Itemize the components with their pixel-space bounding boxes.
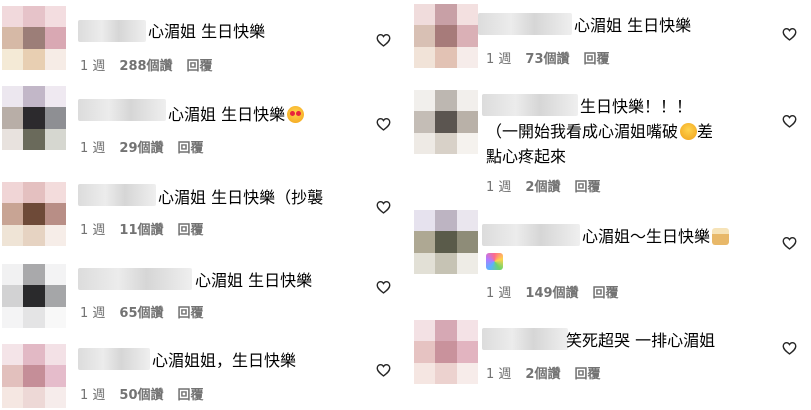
username-blurred[interactable] — [482, 328, 568, 350]
comment-time: 1 週 — [80, 388, 106, 403]
username-blurred[interactable] — [78, 268, 192, 290]
comment-time: 1 週 — [80, 223, 106, 238]
comment-time: 1 週 — [80, 141, 106, 156]
comment-text: 心湄姐～生日快樂 — [582, 224, 730, 249]
reply-button[interactable]: 回覆 — [178, 306, 204, 321]
reply-button[interactable]: 回覆 — [187, 59, 213, 74]
avatar[interactable] — [414, 210, 478, 274]
username-blurred[interactable] — [78, 348, 150, 370]
comment-time: 1 週 — [80, 59, 106, 74]
comment-item: 心湄姐 生日快樂（抄襲 1 週 11個讚 回覆 — [0, 168, 405, 252]
avatar[interactable] — [414, 4, 478, 68]
comment-text-line3: 點心疼起來 — [486, 147, 567, 166]
comment-column-right: 心湄姐 生日快樂 1 週 73個讚 回覆 生日快樂！！！ （一開始我看成心湄姐嘴破差… — [406, 0, 811, 410]
comment-text: 心湄姐 生日快樂 — [574, 16, 692, 35]
like-count[interactable]: 2個讚 — [525, 367, 560, 382]
comment-item: 心湄姐 生日快樂 1 週 288個讚 回覆 — [0, 0, 405, 82]
reply-button[interactable]: 回覆 — [593, 286, 619, 301]
reply-button[interactable]: 回覆 — [584, 52, 610, 67]
heart-outline-icon[interactable] — [376, 117, 391, 131]
comment-item: 生日快樂！！！ （一開始我看成心湄姐嘴破差 點心疼起來 1 週 2個讚 回覆 — [406, 84, 811, 202]
like-count[interactable]: 73個讚 — [525, 52, 569, 67]
username-blurred[interactable] — [478, 13, 572, 35]
username-blurred[interactable] — [78, 20, 146, 42]
comment-time: 1 週 — [486, 180, 512, 195]
username-blurred[interactable] — [78, 184, 156, 206]
birthday-cake-emoji-icon — [712, 228, 730, 245]
reply-button[interactable]: 回覆 — [574, 367, 600, 382]
like-count[interactable]: 2個讚 — [525, 180, 560, 195]
reply-button[interactable]: 回覆 — [574, 180, 600, 195]
username-blurred[interactable] — [482, 224, 580, 246]
avatar[interactable] — [2, 6, 66, 70]
heart-eyes-emoji-icon — [287, 106, 305, 123]
reply-button[interactable]: 回覆 — [178, 141, 204, 156]
comment-time: 1 週 — [486, 367, 512, 382]
heart-outline-icon[interactable] — [376, 200, 391, 214]
like-count[interactable]: 288個讚 — [119, 59, 172, 74]
reply-button[interactable]: 回覆 — [178, 388, 204, 403]
comment-text: 心湄姐 生日快樂 — [148, 22, 266, 41]
comment-text: 心湄姐 生日快樂（抄襲 — [158, 188, 324, 207]
like-count[interactable]: 149個讚 — [525, 286, 578, 301]
avatar[interactable] — [414, 320, 478, 384]
heart-outline-icon[interactable] — [376, 280, 391, 294]
comment-meta: 1 週 2個讚 回覆 — [486, 363, 600, 382]
comment-item: 心湄姐～生日快樂 1 週 149個讚 回覆 — [406, 202, 811, 312]
comment-meta: 1 週 2個讚 回覆 — [486, 176, 600, 195]
pleading-face-emoji-icon — [680, 123, 698, 140]
like-count[interactable]: 65個讚 — [119, 306, 163, 321]
heart-outline-icon[interactable] — [782, 114, 797, 128]
heart-outline-icon[interactable] — [782, 27, 797, 41]
heart-outline-icon[interactable] — [782, 236, 797, 250]
avatar[interactable] — [2, 264, 66, 328]
comment-item: 心湄姐姐，生日快樂 1 週 50個讚 回覆 — [0, 334, 405, 410]
comment-meta: 1 週 288個讚 回覆 — [80, 55, 213, 74]
comment-item: 笑死超哭 一排心湄姐 1 週 2個讚 回覆 — [406, 312, 811, 410]
comment-item: 心湄姐 生日快樂 1 週 29個讚 回覆 — [0, 82, 405, 168]
avatar[interactable] — [414, 90, 478, 154]
comment-item: 心湄姐 生日快樂 1 週 65個讚 回覆 — [0, 252, 405, 334]
comment-text: 心湄姐姐，生日快樂 — [152, 351, 297, 370]
like-count[interactable]: 29個讚 — [119, 141, 163, 156]
heart-outline-icon[interactable] — [376, 363, 391, 377]
comment-meta: 1 週 50個讚 回覆 — [80, 384, 204, 403]
avatar[interactable] — [2, 344, 66, 408]
comment-text: 笑死超哭 一排心湄姐 — [566, 331, 716, 350]
comment-time: 1 週 — [486, 52, 512, 67]
sticker-emoji-icon — [486, 253, 503, 270]
heart-outline-icon[interactable] — [782, 341, 797, 355]
username-blurred[interactable] — [78, 99, 166, 121]
comment-text-line2 — [486, 249, 503, 274]
like-count[interactable]: 50個讚 — [119, 388, 163, 403]
heart-outline-icon[interactable] — [376, 33, 391, 47]
comment-text-line2: （一開始我看成心湄姐嘴破差 — [486, 122, 714, 141]
comment-meta: 1 週 149個讚 回覆 — [486, 282, 619, 301]
comment-text: 心湄姐 生日快樂 — [168, 102, 305, 127]
username-blurred[interactable] — [482, 94, 578, 116]
reply-button[interactable]: 回覆 — [178, 223, 204, 238]
comment-item: 心湄姐 生日快樂 1 週 73個讚 回覆 — [406, 0, 811, 84]
comment-column-left: 心湄姐 生日快樂 1 週 288個讚 回覆 心湄姐 生日快樂 1 週 29個讚 回覆 — [0, 0, 405, 410]
comment-text-line1: 生日快樂！！！ — [580, 97, 693, 116]
comment-meta: 1 週 29個讚 回覆 — [80, 137, 204, 156]
comment-meta: 1 週 65個讚 回覆 — [80, 302, 204, 321]
comment-meta: 1 週 11個讚 回覆 — [80, 219, 204, 238]
avatar[interactable] — [2, 182, 66, 246]
comment-time: 1 週 — [486, 286, 512, 301]
comment-text: 心湄姐 生日快樂 — [195, 271, 313, 290]
comment-time: 1 週 — [80, 306, 106, 321]
avatar[interactable] — [2, 86, 66, 150]
comment-meta: 1 週 73個讚 回覆 — [486, 48, 610, 67]
like-count[interactable]: 11個讚 — [119, 223, 163, 238]
